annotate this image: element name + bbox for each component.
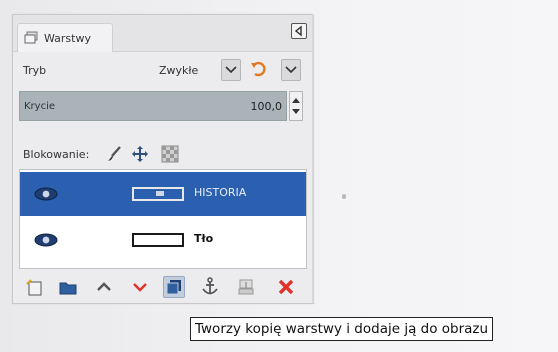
new-layer-icon[interactable]	[23, 276, 45, 298]
layer-name[interactable]: HISTORIA	[194, 186, 246, 199]
paintbrush-icon[interactable]	[105, 145, 123, 163]
mode-row: Tryb Zwykłe	[13, 57, 313, 83]
reset-mode-icon[interactable]	[249, 60, 267, 78]
opacity-label: Krycie	[24, 101, 56, 112]
layers-tab-icon	[24, 31, 38, 44]
tooltip: Tworzy kopię warstwy i dodaje ją do obra…	[190, 317, 494, 341]
layer-name[interactable]: Tło	[194, 232, 213, 245]
eye-icon[interactable]	[34, 233, 58, 247]
new-group-icon[interactable]	[57, 276, 79, 298]
opacity-value: 100,0	[250, 100, 283, 113]
layer-thumbnail	[132, 187, 184, 201]
panel-edge	[312, 14, 314, 302]
eye-icon[interactable]	[34, 187, 58, 201]
lower-layer-icon[interactable]	[129, 276, 151, 298]
opacity-slider[interactable]: Krycie 100,0	[19, 91, 287, 121]
mode-select-value[interactable]: Zwykłe	[159, 64, 198, 77]
duplicate-layer-button[interactable]	[163, 276, 185, 298]
tab-layers[interactable]: Warstwy	[17, 23, 113, 52]
opacity-spin-buttons[interactable]	[289, 91, 303, 121]
alpha-lock-icon[interactable]	[161, 145, 179, 163]
anchor-icon[interactable]	[199, 276, 221, 298]
layer-thumbnail	[132, 233, 184, 247]
raise-layer-icon[interactable]	[93, 276, 115, 298]
merge-layer-icon[interactable]	[235, 276, 257, 298]
chevron-down-icon	[285, 66, 297, 74]
layer-list: HISTORIA Tło	[19, 169, 307, 269]
layers-dock-panel: Warstwy Tryb Zwykłe Krycie 100,0 Blokowa…	[12, 14, 314, 304]
tab-menu-icon[interactable]	[291, 23, 307, 39]
delete-icon[interactable]	[275, 276, 297, 298]
layer-row-historia[interactable]: HISTORIA	[20, 172, 306, 216]
duplicate-layer-icon	[166, 280, 181, 295]
tab-layers-label: Warstwy	[44, 31, 91, 45]
layer-row-tlo[interactable]: Tło	[20, 218, 306, 262]
mode-dropdown-button[interactable]	[221, 59, 241, 81]
dock-tab-bar: Warstwy	[13, 15, 313, 52]
lock-label: Blokowanie:	[23, 148, 90, 161]
mode-label: Tryb	[23, 64, 47, 77]
move-icon[interactable]	[131, 145, 149, 163]
layers-toolbar	[13, 275, 313, 299]
spin-up-icon[interactable]	[292, 98, 300, 103]
chevron-down-icon	[225, 66, 237, 74]
background-speck	[342, 194, 346, 199]
composite-dropdown-button[interactable]	[281, 59, 301, 81]
spin-down-icon[interactable]	[292, 109, 300, 114]
lock-row: Blokowanie:	[13, 143, 313, 165]
